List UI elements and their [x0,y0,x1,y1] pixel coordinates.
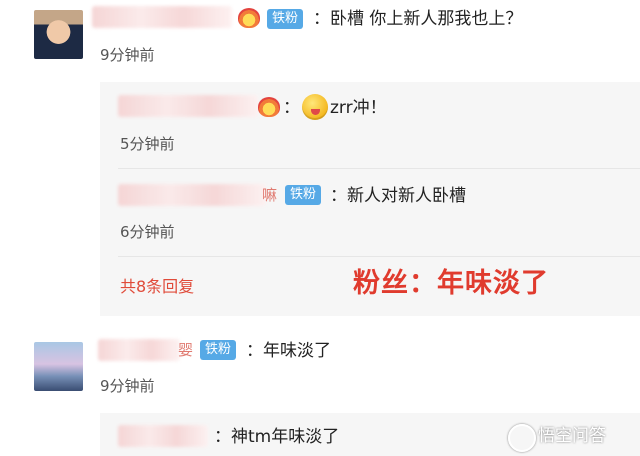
reply-username-blurred[interactable] [118,95,258,117]
reply-time: 5分钟前 [120,135,175,153]
fan-badge: 铁粉 [285,185,322,205]
comment-text: ：卧槽 你上新人那我也上？ [313,9,523,29]
user-avatar[interactable] [34,342,83,391]
emoji-icon [302,94,328,120]
reply-username-blurred[interactable] [118,184,266,206]
reply-text: ：新人对新人卧槽 [330,186,466,206]
wukong-logo-icon [508,424,536,452]
username-tail[interactable]: 婴 [178,338,193,362]
view-all-replies-link[interactable]: 共8条回复 [120,276,194,298]
comment-time: 9分钟前 [100,377,155,395]
fan-badge: 铁粉 [200,340,237,360]
comment-time: 9分钟前 [100,46,155,64]
reply-username-tail[interactable]: 嘛 [262,183,277,207]
reply-text: zrr冲！ [330,98,387,118]
reply-time: 6分钟前 [120,223,175,241]
fan-badge: 铁粉 [267,9,304,29]
crown-badge-icon [258,97,280,117]
username-blurred[interactable] [92,6,232,28]
watermark-text: 悟空问答 [538,426,606,446]
reply-divider [118,256,640,257]
username-blurred[interactable] [98,339,180,361]
comment-text: ：年味淡了 [246,341,331,361]
crown-badge-icon [238,8,260,28]
user-avatar[interactable] [34,10,83,59]
reply-divider [118,168,640,169]
annotation-overlay: 粉丝：年味淡了 [353,268,549,299]
reply-text: ：神tm年味淡了 [214,427,340,447]
reply-username-blurred[interactable] [118,425,208,447]
reply-text-colon: ： [283,98,300,118]
